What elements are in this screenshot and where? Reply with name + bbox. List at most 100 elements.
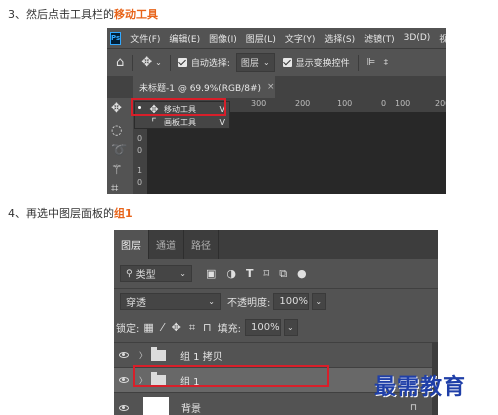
blend-mode-value: 穿透 [126,298,146,309]
menu-type[interactable]: 文字(Y) [285,32,316,45]
divider [357,54,359,71]
target-value: 图层 [240,59,259,69]
divider [114,288,438,289]
eye-icon[interactable] [119,404,129,411]
checkbox-icon [282,58,292,67]
chevron-down-icon: ⌄ [262,58,270,67]
watermark-logo: 最需教育 [374,374,467,400]
tab-channels[interactable]: 通道 [149,230,184,259]
panel-tabs: 图层 通道 路径 [114,230,438,259]
marquee-tool-icon[interactable]: ◌ [111,124,122,137]
magic-wand-tool-icon[interactable]: ⚚ [111,164,123,177]
menu-image[interactable]: 图像(I) [209,32,237,45]
ruler-tick-label: 100 [337,99,353,108]
ruler-tick-label: 200 [295,99,311,108]
flyout-item-artboard-tool[interactable]: ⌜ 画板工具 V [135,116,231,129]
fill-input[interactable]: 100% [245,319,282,336]
auto-select-label: 自动选择: [190,59,230,69]
menu-file[interactable]: 文件(F) [130,32,160,45]
lasso-tool-icon[interactable]: ➰ [111,144,127,157]
auto-select-target-dropdown[interactable]: 图层 ⌄ [235,53,275,72]
opacity-input[interactable]: 100% [273,293,310,310]
layer-row-group-1-copy[interactable]: 〉 组 1 拷贝 [114,342,438,367]
eye-icon[interactable] [119,352,129,358]
tools-panel: ✥ ◌ ➰ ⚚ ⌗ [107,98,133,194]
shape-filter-icon[interactable]: ⌑ [264,268,270,279]
chevron-down-icon: ⌄ [315,297,323,306]
close-icon[interactable]: × [267,82,275,92]
step-3-caption: 3、然后点击工具栏的移动工具 [8,6,158,22]
move-tool-icon[interactable]: ✥ [111,102,122,115]
blend-opacity-row: 穿透 ⌄ 不透明度: 100% ⌄ [114,293,438,310]
layer-name: 背景 [181,404,201,415]
pixel-filter-icon[interactable]: ▣ [206,268,216,279]
expand-arrow-icon[interactable]: 〉 [139,350,147,361]
type-filter-icon[interactable]: T [246,268,254,279]
crop-tool-icon[interactable]: ⌗ [111,182,118,194]
align-left-icon[interactable]: ⊫ [367,57,376,68]
flyout-item-label: 画板工具 [164,118,196,127]
blend-mode-dropdown[interactable]: 穿透 ⌄ [120,293,221,310]
chevron-down-icon: ⌄ [179,269,186,278]
menu-3d[interactable]: 3D(D) [404,33,431,43]
divider [132,54,134,71]
lock-artboard-icon[interactable]: ⌗ [189,322,195,333]
shortcut-key: V [219,118,225,127]
eye-icon[interactable] [119,377,129,383]
filter-kind-dropdown[interactable]: ⚲ 类型 ⌄ [120,265,192,282]
smart-object-filter-icon[interactable]: ⧉ [279,268,287,279]
menu-layer[interactable]: 图层(L) [246,32,276,45]
search-icon: ⚲ [126,268,133,279]
tab-layers[interactable]: 图层 [114,230,149,259]
fill-dropdown[interactable]: ⌄ [284,319,299,336]
document-tab-bar: 未标题-1 @ 69.9%(RGB/8#) × [107,76,446,98]
step-3-text: 3、然后点击工具栏的 [8,8,114,21]
layer-filter-row: ⚲ 类型 ⌄ ▣ ◑ T ⌑ ⧉ ● [114,265,438,282]
align-center-icon[interactable]: ⧧ [383,57,388,68]
auto-select-checkbox[interactable]: 自动选择: [177,56,230,69]
step-4-text: 4、再选中图层面板的 [8,207,114,220]
step-4-caption: 4、再选中图层面板的组1 [8,205,133,221]
ruler-tick-label: 0 [137,134,143,143]
divider [169,54,171,71]
adjustment-filter-icon[interactable]: ◑ [226,268,236,279]
menu-select[interactable]: 选择(S) [324,32,355,45]
move-tool-preset-icon[interactable]: ✥ [141,56,152,69]
show-transform-label: 显示变换控件 [295,59,350,69]
lock-fill-row: 锁定: ▦ ⁄ ✥ ⌗ ⊓ 填充: 100% ⌄ [114,319,438,336]
filter-kind-value: 类型 [135,270,156,281]
ruler-tick-label: 0 [137,178,143,187]
lock-position-icon[interactable]: ✥ [172,322,181,333]
menu-filter[interactable]: 滤镜(T) [364,32,395,45]
chevron-down-icon[interactable]: ⌄ [155,58,162,67]
ruler-tick-label: 100 [395,99,411,108]
lock-transparent-icon[interactable]: ▦ [143,322,153,333]
opacity-label: 不透明度: [227,298,271,309]
home-icon[interactable]: ⌂ [116,56,124,69]
opacity-dropdown[interactable]: ⌄ [312,293,327,310]
options-bar: ⌂ ✥ ⌄ 自动选择: 图层 ⌄ 显示变换控件 ⊫ ⧧ [107,48,446,76]
fill-value: 100% [251,322,280,333]
opacity-value: 100% [279,296,308,307]
folder-icon [151,346,166,361]
filter-toggle-icon[interactable]: ● [297,268,307,279]
artboard-icon: ⌜ [151,116,157,129]
step-4-highlight: 组1 [114,207,133,220]
document-title: 未标题-1 @ 69.9%(RGB/8#) [139,83,262,94]
menu-view[interactable]: 视图 [439,32,446,45]
fill-label: 填充: [217,324,242,335]
lock-image-icon[interactable]: ⁄ [162,322,164,333]
chevron-down-icon: ⌄ [208,297,215,306]
show-transform-checkbox[interactable]: 显示变换控件 [282,56,350,69]
lock-all-icon[interactable]: ⊓ [203,322,212,333]
menu-edit[interactable]: 编辑(E) [169,32,200,45]
menu-bar: Ps 文件(F) 编辑(E) 图像(I) 图层(L) 文字(Y) 选择(S) 滤… [107,28,446,48]
layer-thumbnail [143,396,169,415]
lock-icon: ⊓ [410,402,418,413]
highlight-box-move-tool [131,98,226,116]
photoshop-logo: Ps [110,31,122,45]
step-3-highlight: 移动工具 [114,8,158,21]
document-tab[interactable]: 未标题-1 @ 69.9%(RGB/8#) × [133,76,275,98]
ruler-tick-label: 300 [251,99,267,108]
tab-paths[interactable]: 路径 [184,230,219,259]
